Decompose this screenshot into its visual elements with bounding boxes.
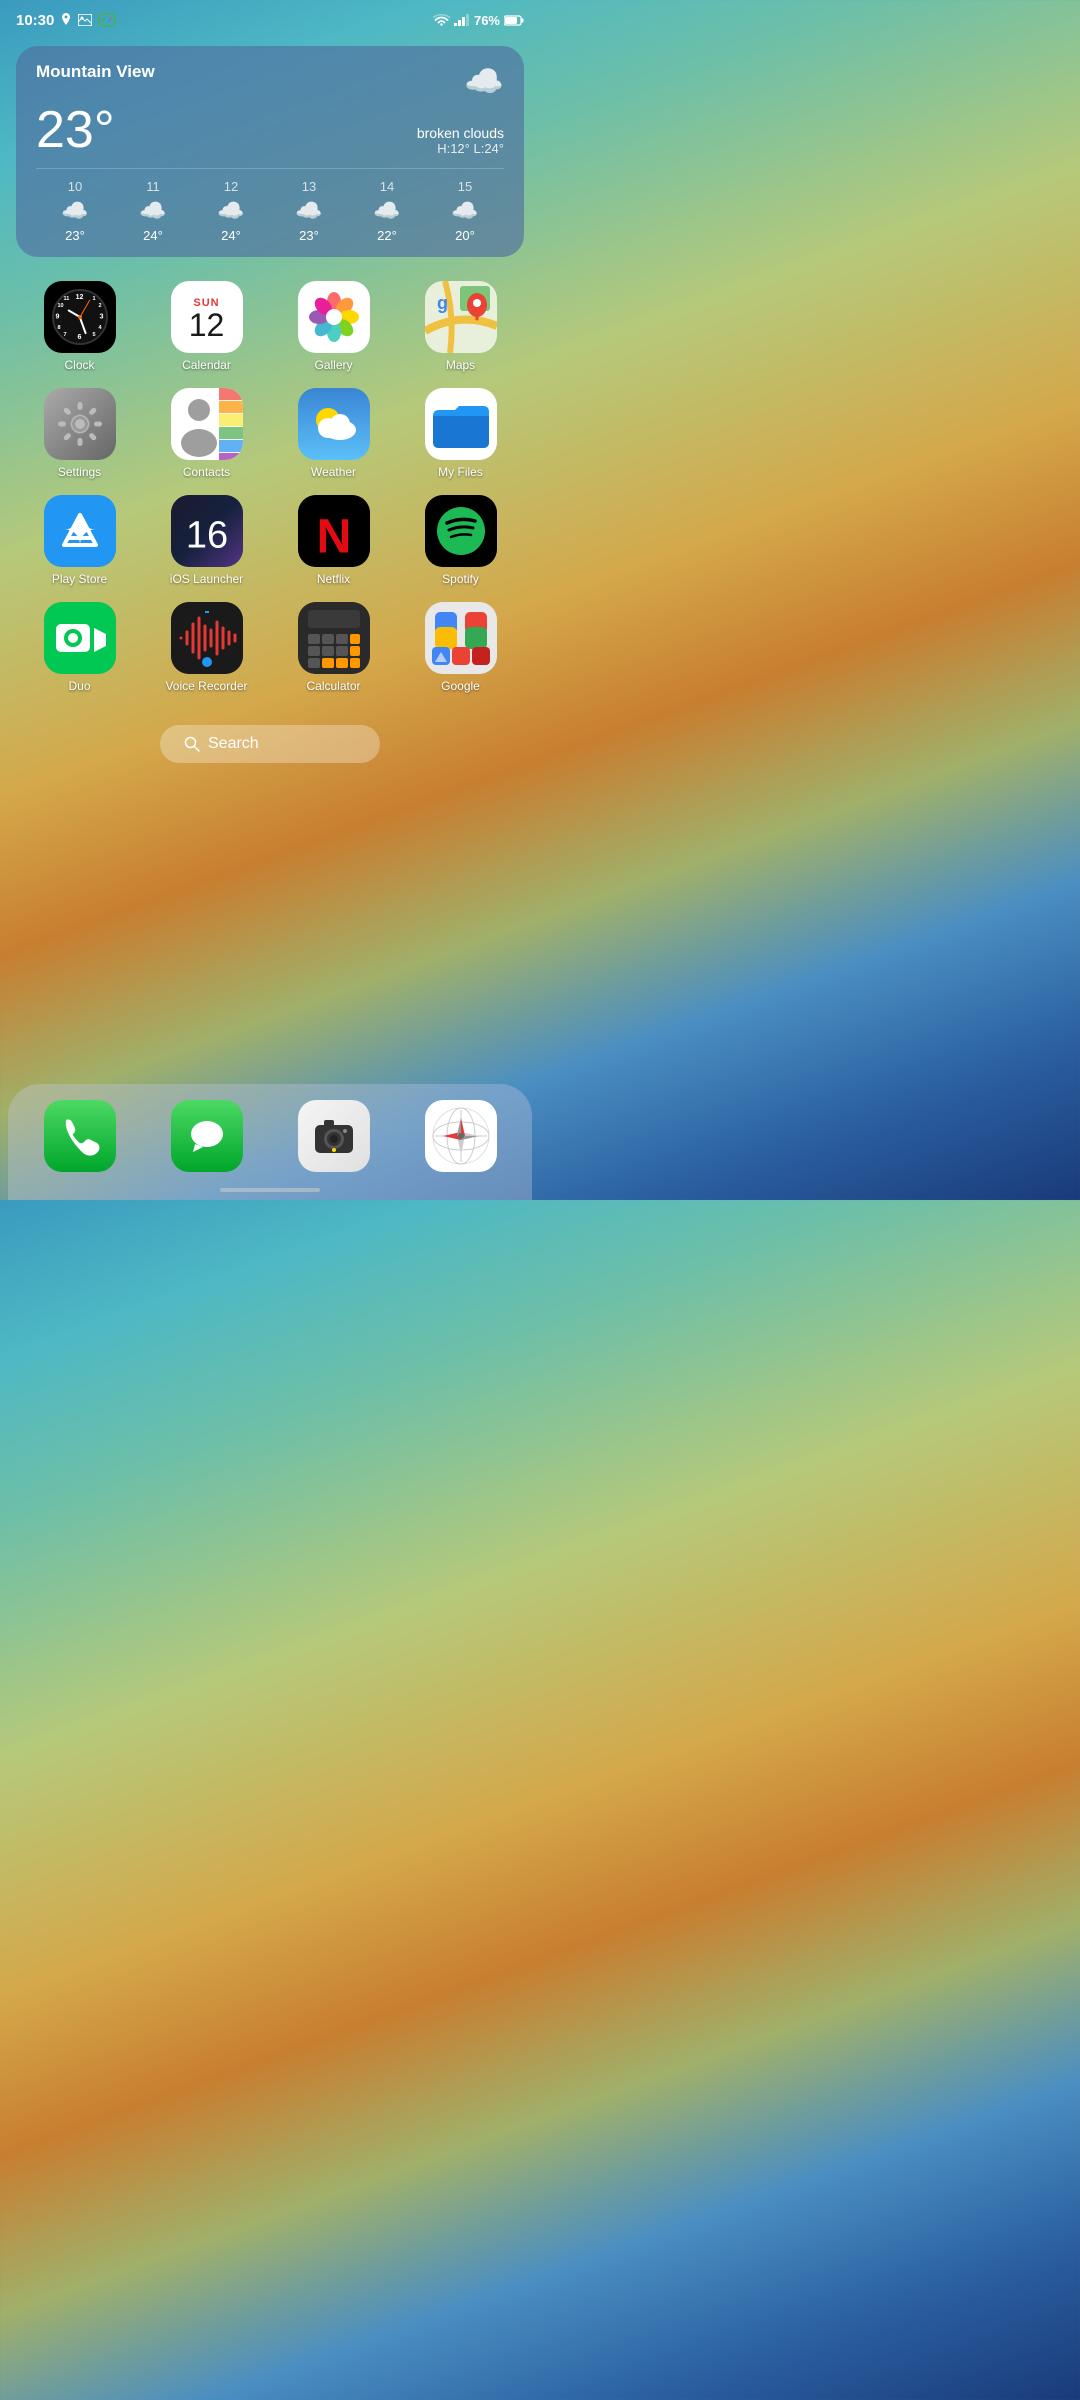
app-myfiles[interactable]: My Files — [408, 388, 513, 479]
netflix-icon: N — [298, 495, 370, 567]
forecast-day-12: 12 ☁️ 24° — [192, 179, 270, 243]
app-row-1: 12 3 6 9 1 11 2 10 4 8 5 7 — [16, 281, 524, 372]
myfiles-icon — [425, 388, 497, 460]
app-row-2: Settings Conta — [16, 388, 524, 479]
weather-top: Mountain View ☁️ — [36, 62, 504, 100]
home-indicator — [220, 1188, 320, 1192]
spotify-icon — [425, 495, 497, 567]
weather-city: Mountain View — [36, 62, 155, 82]
myfiles-label: My Files — [438, 465, 483, 479]
weather-main-row: 23° broken clouds H:12° L:24° — [36, 104, 504, 156]
calendar-date: 12 — [189, 309, 225, 341]
svg-text:g: g — [437, 293, 448, 313]
wifi-icon — [433, 14, 450, 27]
weather-label: Weather — [311, 465, 356, 479]
battery-icon — [504, 15, 524, 26]
search-icon — [184, 736, 200, 752]
weather-desc-block: broken clouds H:12° L:24° — [417, 125, 504, 156]
netflix-label: Netflix — [317, 572, 350, 586]
messages-icon — [171, 1100, 243, 1172]
app-google[interactable]: Google — [408, 602, 513, 693]
phone-icon — [44, 1100, 116, 1172]
status-left: 10:30 — [16, 12, 116, 29]
playstore-icon: ✦ — [44, 495, 116, 567]
app-contacts[interactable]: Contacts — [154, 388, 259, 479]
duo-label: Duo — [68, 679, 90, 693]
dock-phone[interactable] — [40, 1100, 120, 1172]
app-voicerec[interactable]: Voice Recorder — [154, 602, 259, 693]
battery-text: 76% — [474, 13, 500, 28]
gallery-icon — [298, 281, 370, 353]
status-bar: 10:30 — [0, 0, 540, 36]
search-bar-container: Search — [0, 717, 540, 779]
dock-safari[interactable] — [421, 1100, 501, 1172]
app-grid: 12 3 6 9 1 11 2 10 4 8 5 7 — [0, 273, 540, 717]
camera-icon — [298, 1100, 370, 1172]
safari-icon — [425, 1100, 497, 1172]
calc-icon — [298, 602, 370, 674]
maps-icon: g — [425, 281, 497, 353]
iosl-label: iOS Launcher — [170, 572, 243, 586]
contacts-icon — [171, 388, 243, 460]
app-row-4: Duo — [16, 602, 524, 693]
weather-app-icon — [298, 388, 370, 460]
game-icon-status — [98, 13, 116, 27]
forecast-day-11: 11 ☁️ 24° — [114, 179, 192, 243]
dock-camera[interactable] — [294, 1100, 374, 1172]
dock — [8, 1084, 532, 1200]
forecast-day-14: 14 ☁️ 22° — [348, 179, 426, 243]
app-clock[interactable]: 12 3 6 9 1 11 2 10 4 8 5 7 — [27, 281, 132, 372]
iosl-icon: 16 — [171, 495, 243, 567]
forecast-day-13: 13 ☁️ 23° — [270, 179, 348, 243]
forecast-day-10: 10 ☁️ 23° — [36, 179, 114, 243]
app-duo[interactable]: Duo — [27, 602, 132, 693]
calendar-icon: SUN 12 — [171, 281, 243, 353]
weather-cloud-icon: ☁️ — [464, 62, 504, 100]
voicerec-icon — [171, 602, 243, 674]
app-calendar[interactable]: SUN 12 Calendar — [154, 281, 259, 372]
app-playstore[interactable]: ✦ Play Store — [27, 495, 132, 586]
settings-icon — [44, 388, 116, 460]
google-icon — [425, 602, 497, 674]
calendar-label: Calendar — [182, 358, 231, 372]
app-calc[interactable]: Calculator — [281, 602, 386, 693]
voicerec-label: Voice Recorder — [165, 679, 247, 693]
settings-label: Settings — [58, 465, 101, 479]
weather-temp: 23° — [36, 104, 115, 156]
location-icon — [60, 13, 72, 27]
calc-label: Calculator — [306, 679, 360, 693]
spotify-label: Spotify — [442, 572, 479, 586]
gallery-label: Gallery — [314, 358, 352, 372]
app-gallery[interactable]: Gallery — [281, 281, 386, 372]
dock-messages[interactable] — [167, 1100, 247, 1172]
search-bar[interactable]: Search — [160, 725, 380, 763]
search-placeholder: Search — [208, 735, 259, 753]
weather-hl: H:12° L:24° — [417, 141, 504, 156]
app-weather[interactable]: Weather — [281, 388, 386, 479]
duo-icon — [44, 602, 116, 674]
status-time: 10:30 — [16, 12, 54, 29]
weather-description: broken clouds — [417, 125, 504, 141]
forecast-day-15: 15 ☁️ 20° — [426, 179, 504, 243]
app-settings[interactable]: Settings — [27, 388, 132, 479]
playstore-label: Play Store — [52, 572, 107, 586]
app-spotify[interactable]: Spotify — [408, 495, 513, 586]
contacts-label: Contacts — [183, 465, 230, 479]
app-iosl[interactable]: 16 iOS Launcher — [154, 495, 259, 586]
weather-widget[interactable]: Mountain View ☁️ 23° broken clouds H:12°… — [16, 46, 524, 257]
gallery-flower-svg — [305, 288, 363, 346]
signal-icon — [454, 14, 470, 26]
svg-text:N: N — [316, 510, 351, 563]
app-maps[interactable]: g Maps — [408, 281, 513, 372]
clock-label: Clock — [64, 358, 94, 372]
weather-forecast: 10 ☁️ 23° 11 ☁️ 24° 12 ☁️ 24° 13 ☁️ 23° … — [36, 168, 504, 243]
svg-text:16: 16 — [185, 514, 227, 556]
maps-label: Maps — [446, 358, 475, 372]
status-right: 76% — [433, 13, 524, 28]
clock-icon: 12 3 6 9 1 11 2 10 4 8 5 7 — [44, 281, 116, 353]
app-row-3: ✦ Play Store — [16, 495, 524, 586]
google-label: Google — [441, 679, 480, 693]
gallery-icon-status — [78, 14, 92, 26]
app-netflix[interactable]: N Netflix — [281, 495, 386, 586]
